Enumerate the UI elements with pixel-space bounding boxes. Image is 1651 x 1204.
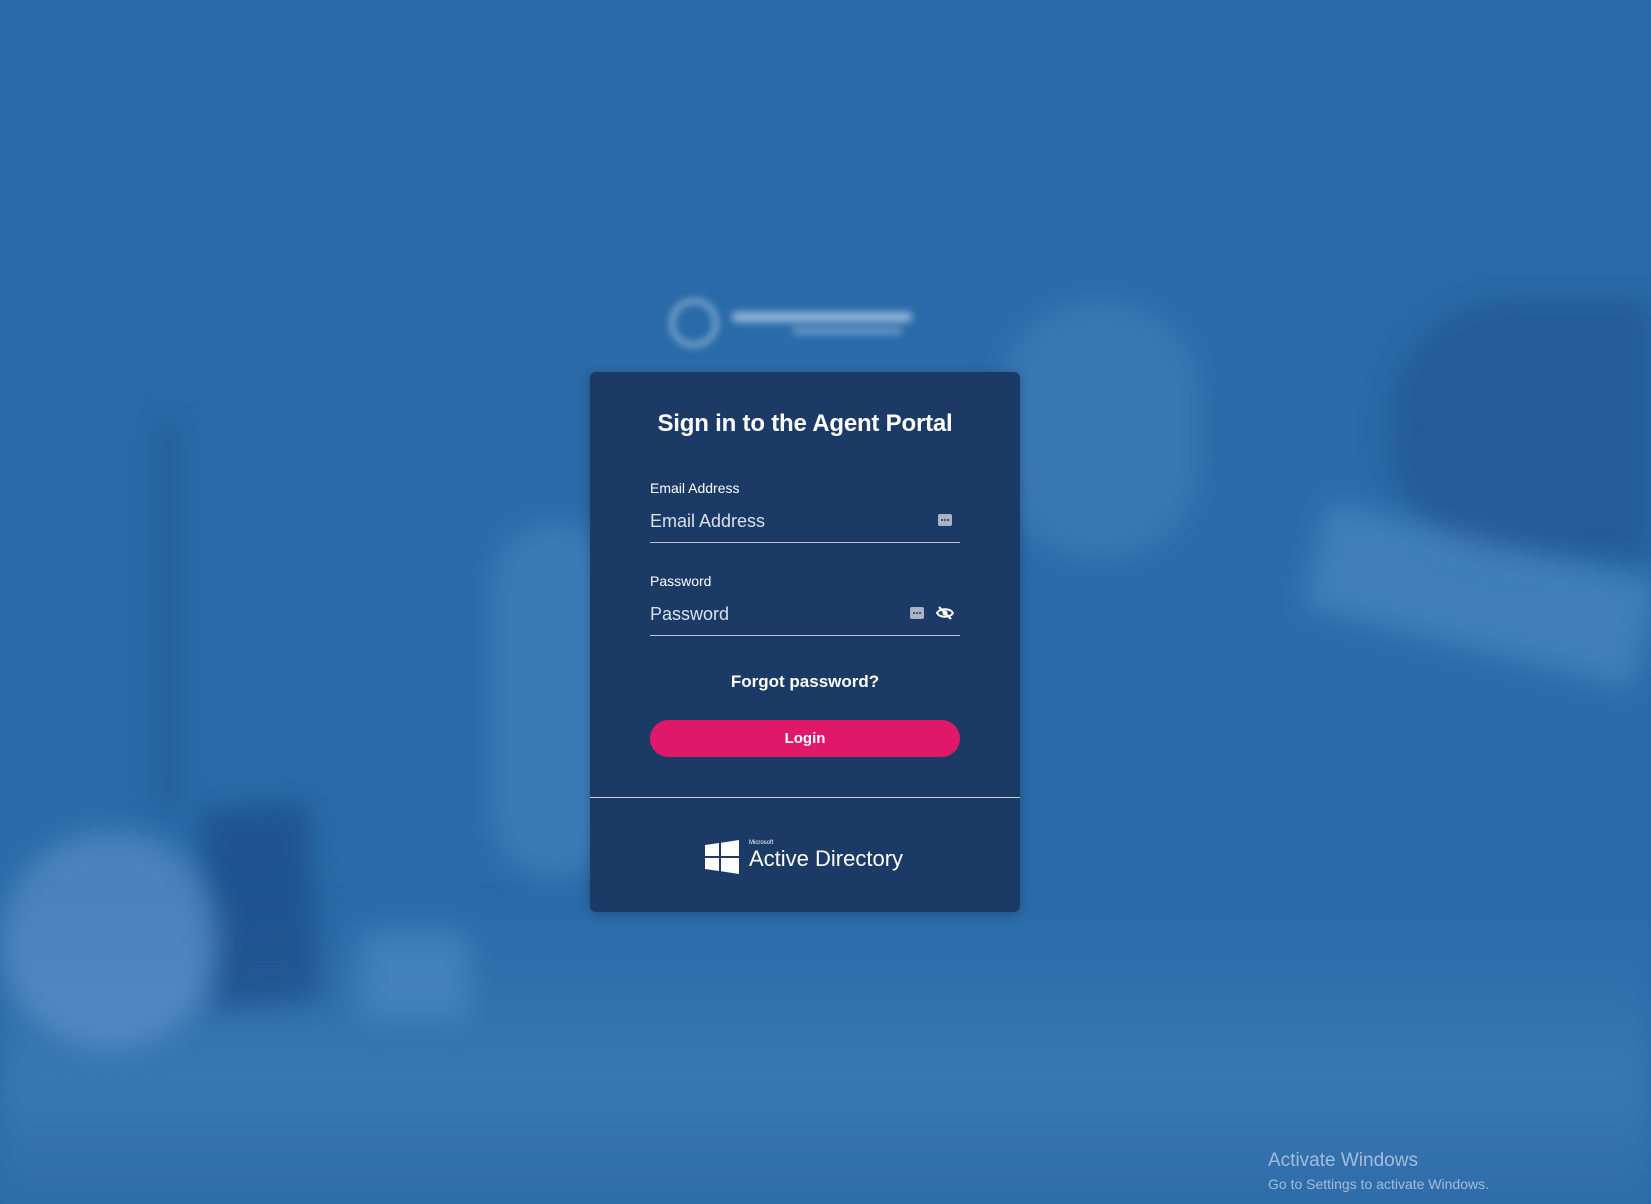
password-label: Password xyxy=(650,573,712,589)
email-input[interactable] xyxy=(650,502,900,540)
password-manager-icon[interactable] xyxy=(938,514,952,526)
login-card: Sign in to the Agent Portal Email Addres… xyxy=(590,372,1020,912)
background-clipboard xyxy=(1301,500,1651,690)
active-directory-login-button[interactable]: Microsoft Active Directory xyxy=(705,837,905,877)
password-manager-icon[interactable] xyxy=(910,607,924,619)
divider xyxy=(590,797,1020,798)
windows-logo-icon xyxy=(705,840,739,874)
background-lamp xyxy=(160,420,174,810)
password-input[interactable] xyxy=(650,595,900,633)
page-title: Sign in to the Agent Portal xyxy=(657,410,953,437)
activate-windows-subtitle: Go to Settings to activate Windows. xyxy=(1268,1176,1489,1192)
login-button[interactable]: Login xyxy=(650,720,960,757)
activate-windows-watermark: Activate Windows Go to Settings to activ… xyxy=(1268,1150,1489,1192)
company-logo xyxy=(670,298,935,348)
background-person xyxy=(1000,300,1200,560)
forgot-password-link[interactable]: Forgot password? xyxy=(590,672,1020,692)
background-mug xyxy=(360,930,470,1020)
logo-mark-icon xyxy=(670,299,718,347)
active-directory-label: Active Directory xyxy=(749,846,904,871)
email-field-wrapper xyxy=(650,502,960,543)
activate-windows-title: Activate Windows xyxy=(1268,1150,1418,1171)
password-field-wrapper xyxy=(650,595,960,636)
login-page: Sign in to the Agent Portal Email Addres… xyxy=(0,0,1651,1204)
background-hand xyxy=(1390,300,1651,560)
email-label: Email Address xyxy=(650,480,740,496)
background-light xyxy=(0,830,220,1050)
eye-off-icon[interactable] xyxy=(936,605,954,621)
background-book xyxy=(198,801,322,1009)
